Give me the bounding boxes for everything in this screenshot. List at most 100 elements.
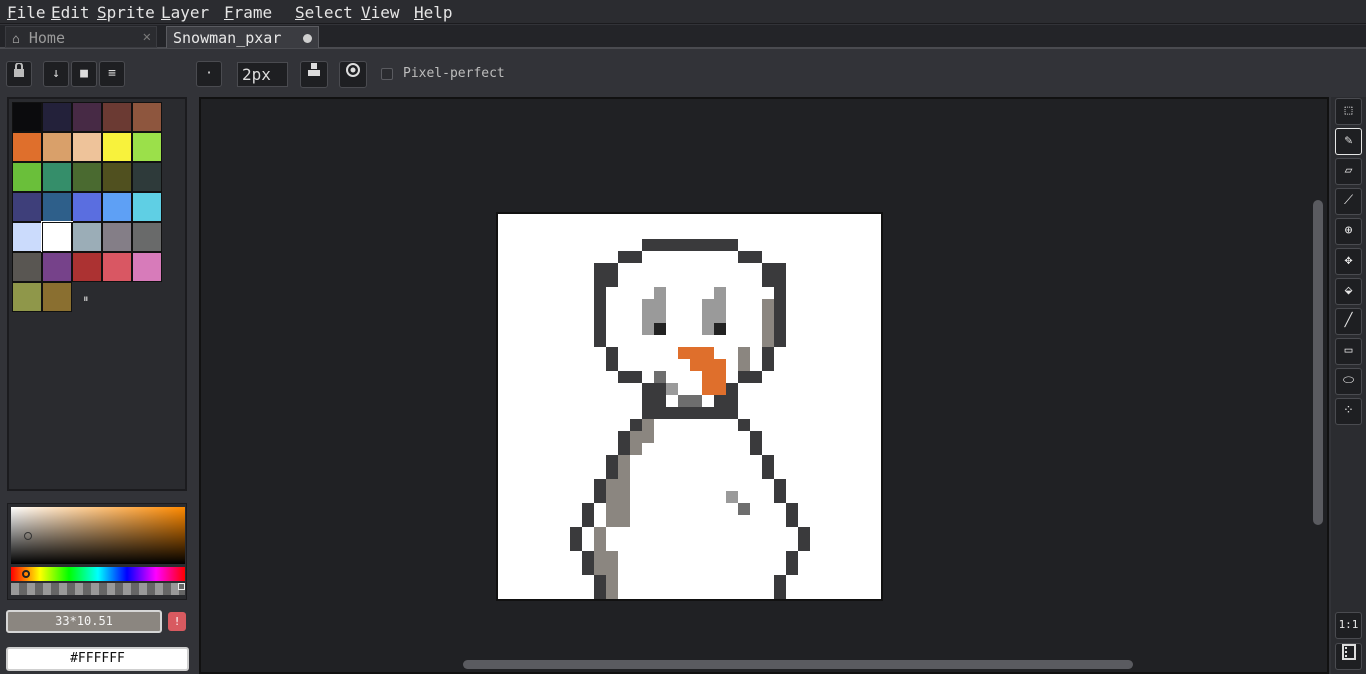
- palette-swatch[interactable]: [102, 102, 132, 132]
- warning-icon[interactable]: !: [168, 612, 186, 631]
- palette-swatch[interactable]: [102, 162, 132, 192]
- brush-size-field[interactable]: 2px: [237, 62, 288, 87]
- spray-icon[interactable]: ⁘: [1335, 398, 1362, 425]
- palette-swatch[interactable]: [72, 132, 102, 162]
- palette-swatch[interactable]: [42, 132, 72, 162]
- palette-swatch[interactable]: [12, 162, 42, 192]
- actual-size-button[interactable]: 1:1: [1335, 612, 1362, 639]
- target-icon[interactable]: [339, 61, 367, 88]
- palette-swatch[interactable]: [72, 162, 102, 192]
- sprite-pixel: [642, 383, 666, 407]
- sprite-pixel: [642, 239, 738, 251]
- palette-swatch[interactable]: [12, 282, 42, 312]
- palette-swatch[interactable]: [132, 162, 162, 192]
- sprite-pixel: [582, 551, 594, 575]
- ellipse-icon[interactable]: ⬭: [1335, 368, 1362, 395]
- sprite-pixel: [762, 263, 786, 287]
- menu-select[interactable]: Select: [295, 3, 353, 22]
- tab-file-label: Snowman_pxar: [173, 29, 282, 47]
- horizontal-scrollbar[interactable]: [463, 660, 1133, 669]
- palette-swatch[interactable]: [12, 252, 42, 282]
- eraser-icon[interactable]: ▱: [1335, 158, 1362, 185]
- sprite-canvas[interactable]: [496, 212, 883, 601]
- eyedropper-icon[interactable]: ⟋: [1335, 188, 1362, 215]
- rectangle-icon[interactable]: ▭: [1335, 338, 1362, 365]
- hue-slider[interactable]: [11, 567, 185, 581]
- palette-swatch[interactable]: [132, 252, 162, 282]
- palette-swatch[interactable]: [72, 252, 102, 282]
- rectangle-select-icon[interactable]: ⬚: [1335, 98, 1362, 125]
- palette-swatch[interactable]: [102, 222, 132, 252]
- sprite-pixel: [702, 371, 726, 395]
- alpha-cursor[interactable]: [178, 583, 185, 590]
- pixel-perfect-checkbox[interactable]: [381, 68, 393, 80]
- tab-home[interactable]: ⌂ Home ✕: [5, 26, 157, 48]
- palette-swatch[interactable]: [132, 222, 162, 252]
- sprite-pixel: [618, 371, 642, 383]
- palette-swatch[interactable]: [132, 102, 162, 132]
- sprite-pixel: [666, 335, 678, 347]
- palette-swatch[interactable]: [72, 102, 102, 132]
- palette-swatch[interactable]: [132, 192, 162, 222]
- sprite-pixel: [594, 575, 606, 599]
- palette-resize-handle[interactable]: ⏸: [83, 292, 89, 306]
- menu-edit[interactable]: Edit: [51, 3, 90, 22]
- hex-color-field[interactable]: #FFFFFF: [6, 647, 189, 671]
- palette-swatch[interactable]: [41, 221, 73, 253]
- toolbar: ↓ ■ ≡ · 2px Pixel-perfect: [0, 51, 1366, 95]
- palette-swatch[interactable]: [12, 222, 42, 252]
- palette-swatch[interactable]: [42, 252, 72, 282]
- zoom-icon[interactable]: ⊕: [1335, 218, 1362, 245]
- sprite-pixel: [762, 347, 774, 371]
- sprite-pixel: [690, 359, 726, 371]
- line-icon[interactable]: ╱: [1335, 308, 1362, 335]
- menu-view[interactable]: View: [361, 3, 400, 22]
- palette-swatch[interactable]: [42, 282, 72, 312]
- menu-icon[interactable]: ≡: [99, 61, 125, 87]
- palette-swatch[interactable]: [12, 132, 42, 162]
- square-icon[interactable]: ■: [71, 61, 97, 87]
- pencil-icon[interactable]: ✎: [1335, 128, 1362, 155]
- vertical-scrollbar[interactable]: [1313, 200, 1323, 525]
- palette-swatch[interactable]: [102, 132, 132, 162]
- ink-icon[interactable]: [300, 61, 328, 88]
- palette-swatch[interactable]: [102, 252, 132, 282]
- film-icon[interactable]: [1335, 643, 1362, 670]
- menu-sprite[interactable]: Sprite: [97, 3, 155, 22]
- dot-brush-icon[interactable]: ·: [196, 61, 222, 87]
- palette-swatch[interactable]: [12, 192, 42, 222]
- color-picker: [7, 503, 187, 600]
- palette-swatch[interactable]: [42, 192, 72, 222]
- tool-column: ⬚ ✎ ▱ ⟋ ⊕ ✥ ⬙ ╱ ▭ ⬭ ⁘: [1331, 97, 1366, 674]
- palette-swatch[interactable]: [42, 102, 72, 132]
- palette-swatch[interactable]: [42, 162, 72, 192]
- tab-snowman[interactable]: Snowman_pxar: [166, 26, 319, 48]
- close-icon[interactable]: ✕: [143, 29, 151, 45]
- palette-swatch[interactable]: [102, 192, 132, 222]
- sprite-pixel: [738, 503, 750, 515]
- lock-icon[interactable]: [6, 61, 32, 87]
- palette-swatch[interactable]: [72, 192, 102, 222]
- arrow-down-icon[interactable]: ↓: [43, 61, 69, 87]
- saturation-value-area[interactable]: [11, 507, 185, 564]
- sprite-pixels: [570, 239, 810, 599]
- sprite-pixel: [594, 527, 606, 575]
- palette-swatch[interactable]: [72, 222, 102, 252]
- sprite-pixel: [774, 479, 786, 503]
- menu-layer[interactable]: Layer: [161, 3, 209, 22]
- hue-cursor[interactable]: [22, 570, 30, 578]
- move-icon[interactable]: ✥: [1335, 248, 1362, 275]
- sprite-pixel: [570, 527, 582, 551]
- palette-swatch[interactable]: [132, 132, 162, 162]
- palette-swatch[interactable]: [12, 102, 42, 132]
- sv-cursor[interactable]: [24, 532, 32, 540]
- menu-file[interactable]: File: [7, 3, 46, 22]
- menu-bar: File Edit Sprite Layer Frame Select View…: [0, 0, 1366, 24]
- menu-help[interactable]: Help: [414, 3, 453, 22]
- menu-frame[interactable]: Frame: [224, 3, 272, 22]
- alpha-slider[interactable]: [11, 583, 185, 595]
- color-coords-field[interactable]: 33*10.51: [6, 610, 162, 633]
- unsaved-dot-icon[interactable]: [303, 34, 312, 43]
- sprite-pixel: [618, 251, 642, 263]
- bucket-icon[interactable]: ⬙: [1335, 278, 1362, 305]
